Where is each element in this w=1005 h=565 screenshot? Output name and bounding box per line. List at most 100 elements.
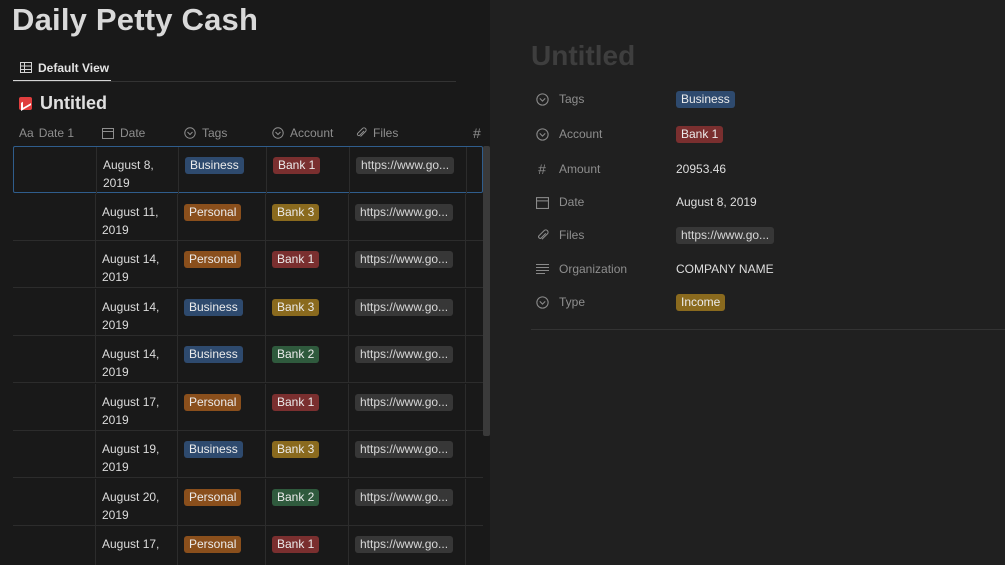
account-pill[interactable]: Bank 3 [272,298,320,316]
file-link[interactable]: https://www.go... [355,393,454,411]
column-label: Date [120,126,146,140]
account-pill[interactable]: Bank 1 [676,125,724,143]
select-icon [535,127,549,141]
file-link[interactable]: https://www.go... [356,157,455,174]
tag-pill[interactable]: Personal [184,488,242,506]
column-divider [265,431,266,478]
date-cell[interactable]: August 14, 2019 [102,345,172,381]
table-row[interactable]: August 19, 2019 Business Bank 3 https://www… [13,431,483,478]
account-pill[interactable]: Bank 1 [272,536,320,553]
scrollbar[interactable] [483,146,490,436]
account-pill[interactable]: Bank 3 [272,203,320,221]
column-divider [465,241,466,288]
column-header-account[interactable]: Account [272,121,333,145]
account-pill[interactable]: Bank 3 [272,441,320,458]
table-row[interactable]: August 17, Personal Bank 1 https://www.go..… [13,526,483,565]
column-divider [349,147,350,194]
column-header-amount[interactable]: # [473,121,481,145]
database-page: Daily Petty Cash Default View Untitled A… [0,0,490,565]
file-link[interactable]: https://www.go... [355,441,454,458]
page-title: Daily Petty Cash [12,2,259,37]
amount-value[interactable]: 20953.46 [676,162,726,176]
date-cell[interactable]: August 14, 2019 [102,298,172,334]
text-property-icon: Aa [19,126,34,140]
column-header-tags[interactable]: Tags [184,121,227,145]
column-divider [466,147,467,194]
file-link[interactable]: https://www.go... [355,346,454,363]
table-row[interactable]: August 14, 2019 Business Bank 3 https://www… [13,288,483,336]
property-label: Amount [559,162,601,176]
property-date[interactable]: Date August 8, 2019 [535,192,995,212]
tag-pill[interactable]: Business [184,441,243,458]
account-pill[interactable]: Bank 1 [272,393,320,411]
column-divider [348,288,349,336]
organization-value[interactable]: COMPANY NAME [676,262,774,276]
tag-pill[interactable]: Business [184,346,243,363]
table-row[interactable]: August 14, 2019 Personal Bank 1 https://www… [13,241,483,288]
column-divider [465,336,466,383]
column-divider [265,193,266,241]
date-value[interactable]: August 8, 2019 [676,195,757,209]
tag-pill[interactable]: Business [185,157,244,174]
property-amount[interactable]: # Amount 20953.46 [535,159,995,179]
date-cell[interactable]: August 17, [102,535,172,553]
tag-pill[interactable]: Personal [184,393,242,411]
table-row[interactable]: August 17, 2019 Personal Bank 1 https://www… [13,383,483,431]
account-pill[interactable]: Bank 2 [272,488,320,506]
account-pill[interactable]: Bank 1 [272,251,320,268]
date-cell[interactable]: August 11, 2019 [102,203,172,239]
date-cell[interactable]: August 20, 2019 [102,488,172,524]
property-account[interactable]: Account Bank 1 [535,124,995,144]
type-pill[interactable]: Income [676,293,726,311]
tag-pill[interactable]: Personal [184,536,242,553]
date-cell[interactable]: August 8, 2019 [103,156,173,192]
column-divider [265,383,266,431]
column-header-files[interactable]: Files [355,121,398,145]
property-tags[interactable]: Tags Business [535,89,995,109]
date-cell[interactable]: August 17, 2019 [102,393,172,429]
calendar-icon [535,195,549,209]
tab-default-view[interactable]: Default View [13,55,111,82]
account-pill[interactable]: Bank 2 [272,346,320,363]
file-link[interactable]: https://www.go... [355,251,454,268]
column-divider [465,288,466,336]
table-row[interactable]: August 11, 2019 Personal Bank 3 https://www… [13,193,483,241]
property-type[interactable]: Type Income [535,292,995,312]
file-link[interactable]: https://www.go... [676,226,775,244]
date-cell[interactable]: August 14, 2019 [102,250,172,286]
column-divider [95,288,96,336]
table-row[interactable]: August 14, 2019 Business Bank 2 https://www… [13,336,483,383]
property-label: Date [559,195,585,209]
peek-title[interactable]: Untitled [531,40,635,72]
column-divider [95,336,96,383]
column-header-date[interactable]: Date [102,121,145,145]
column-label: Files [373,126,399,140]
file-link[interactable]: https://www.go... [355,488,454,506]
file-link[interactable]: https://www.go... [355,298,454,316]
file-link[interactable]: https://www.go... [355,536,454,553]
column-divider [177,383,178,431]
select-icon [184,127,196,139]
table-icon [20,62,32,73]
column-header-date1[interactable]: Aa Date 1 [19,121,74,145]
column-divider [348,336,349,383]
database-title[interactable]: Untitled [19,93,107,114]
property-organization[interactable]: Organization COMPANY NAME [535,259,995,279]
tag-pill[interactable]: Business [184,298,243,316]
paperclip-icon [535,228,549,242]
text-lines-icon [535,262,549,276]
tag-pill[interactable]: Personal [184,203,242,221]
account-pill[interactable]: Bank 1 [273,157,321,174]
property-label: Tags [559,92,585,106]
file-link[interactable]: https://www.go... [355,203,454,221]
column-divider [95,383,96,431]
table-row[interactable]: August 20, 2019 Personal Bank 2 https://www… [13,478,483,526]
peek-divider [531,329,1005,330]
tag-pill[interactable]: Business [676,90,735,108]
column-divider [266,147,267,194]
date-cell[interactable]: August 19, 2019 [102,440,172,476]
property-files[interactable]: Files https://www.go... [535,225,995,245]
table-row[interactable]: August 8, 2019 Business Bank 1 https://www.… [13,146,483,194]
column-divider [465,193,466,241]
tag-pill[interactable]: Personal [184,251,242,268]
